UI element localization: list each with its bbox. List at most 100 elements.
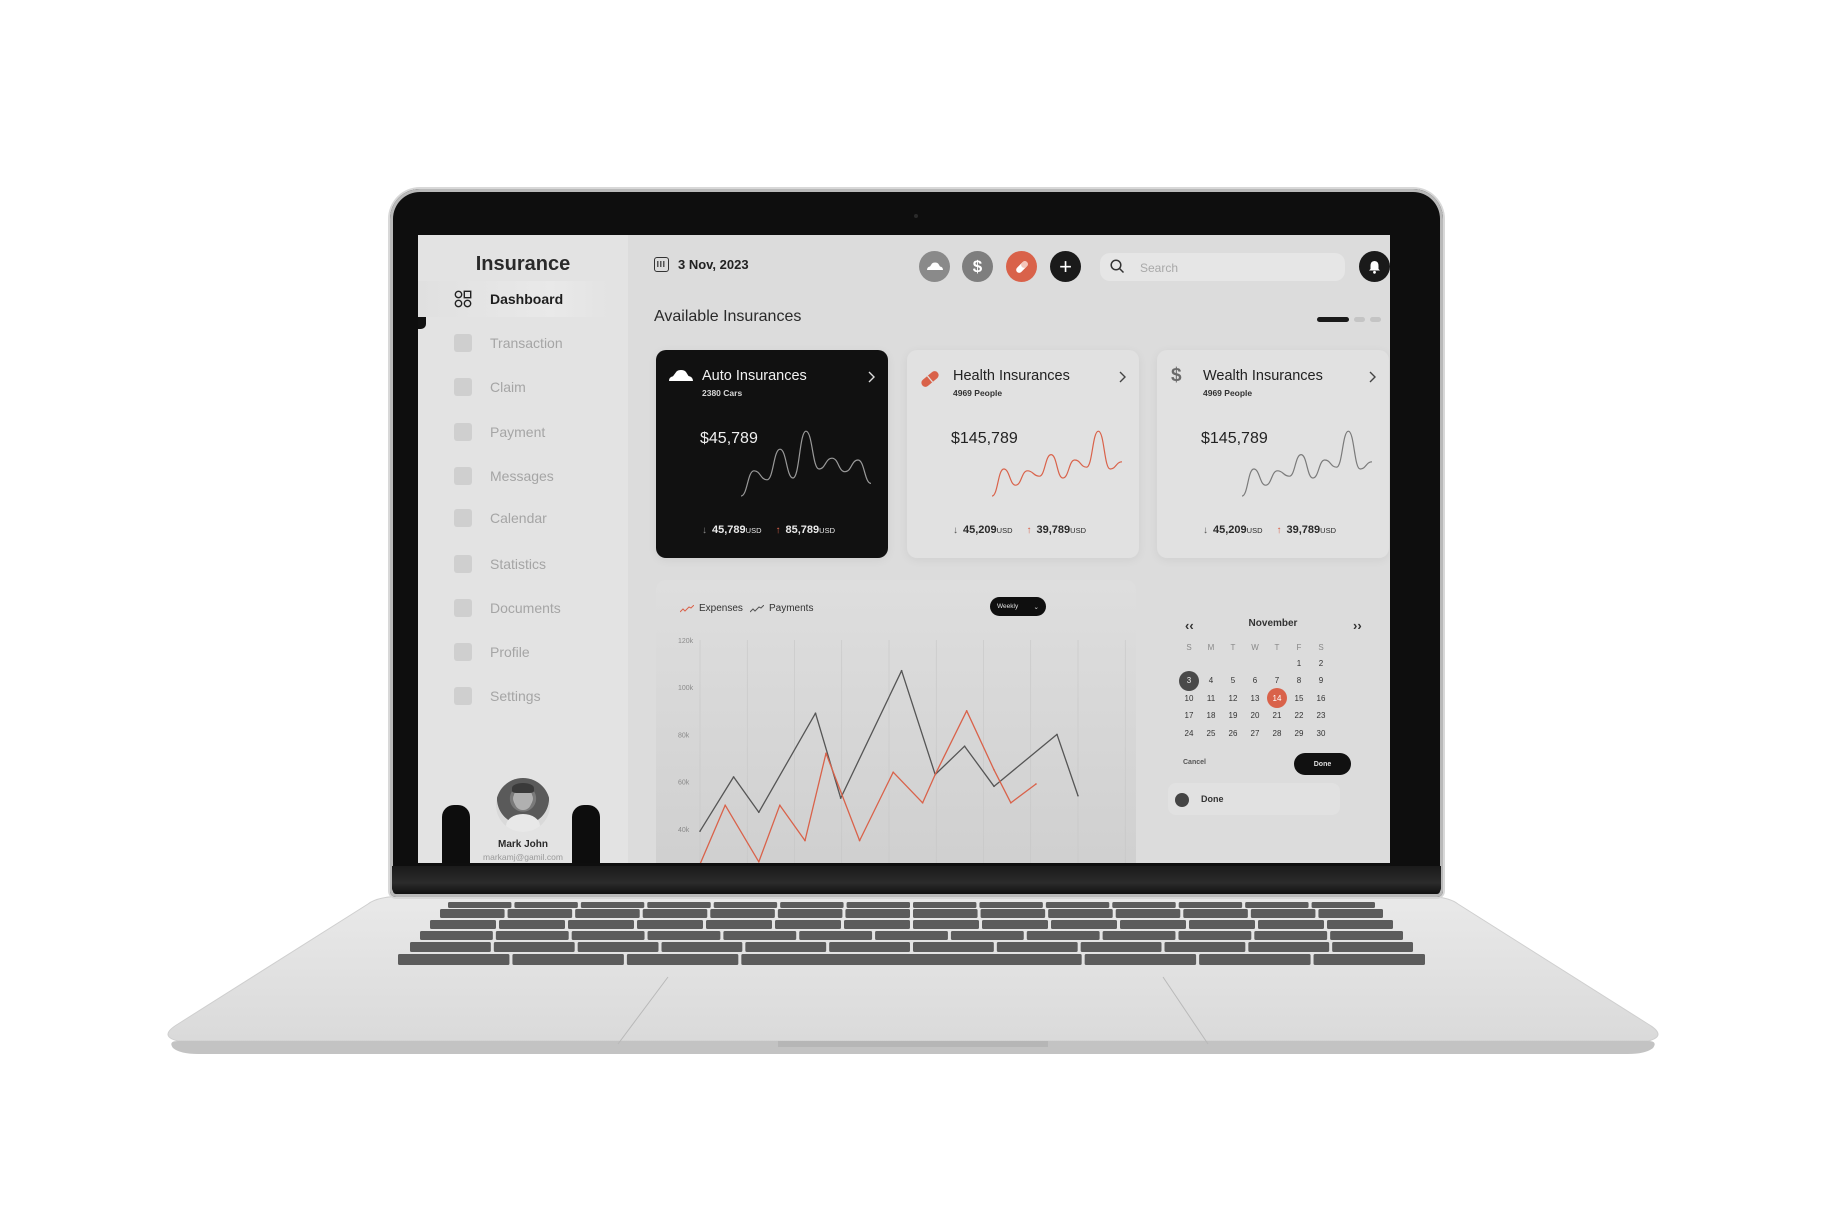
chevron-right-icon[interactable] (868, 370, 876, 388)
data-point-expenses (858, 839, 861, 842)
keyboard-key (980, 909, 1046, 918)
arrow-down-icon: ↓ (953, 525, 958, 536)
sidebar-item-calendar[interactable]: Calendar (418, 500, 608, 536)
y-tick-label: 120k (678, 638, 694, 645)
done-button[interactable]: Done (1294, 753, 1351, 775)
keyboard-key (410, 942, 491, 952)
keyboard-key (745, 942, 827, 952)
arrow-up-icon: ↑ (775, 525, 781, 536)
data-point-payments (732, 776, 735, 778)
y-tick-label: 100k (678, 685, 694, 692)
add-button[interactable]: + (1050, 251, 1081, 282)
sidebar-item-label: Messages (490, 468, 554, 484)
keyboard-key (713, 902, 778, 908)
calendar-day[interactable]: 29 (1289, 723, 1309, 743)
keyboard-key (580, 902, 645, 908)
data-point-expenses (921, 802, 924, 804)
health-quick-button[interactable] (1006, 251, 1037, 282)
insurance-card-wealth[interactable]: $ Wealth Insurances 4969 People $145,789 ↓ 45… (1157, 350, 1389, 558)
sidebar-item-label: Documents (490, 600, 561, 616)
keyboard-key (982, 920, 1048, 929)
chevron-right-icon[interactable] (1369, 370, 1377, 388)
sidebar-item-transaction[interactable]: Transaction (418, 325, 608, 361)
sidebar-item-statistics[interactable]: Statistics (418, 546, 608, 582)
weekday-label: T (1274, 642, 1280, 652)
weekday-label: W (1251, 642, 1259, 652)
calendar-day[interactable]: 30 (1311, 723, 1331, 743)
search-field[interactable] (1100, 253, 1345, 281)
chevron-right-icon[interactable] (1119, 370, 1127, 388)
data-point-expenses (825, 752, 827, 755)
pager-dot[interactable] (1370, 317, 1381, 322)
search-input[interactable] (1138, 258, 1332, 278)
user-email: markamj@gamil.com (483, 852, 563, 862)
pager-dot[interactable] (1354, 317, 1365, 322)
task-item[interactable]: Done (1168, 783, 1340, 815)
sparkline-path (1241, 430, 1373, 497)
sidebar-item-documents[interactable]: Documents (418, 590, 608, 626)
keyboard-key (996, 942, 1078, 952)
keyboard-key (741, 954, 1082, 965)
dollar-quick-button[interactable]: $ (962, 251, 993, 282)
data-point-payments (963, 745, 966, 747)
sidebar-item-dashboard[interactable]: Dashboard (418, 281, 608, 317)
bell-icon (1369, 260, 1380, 274)
keyboard-key (1084, 954, 1197, 965)
data-point-payments (1077, 794, 1079, 797)
keyboard-key (780, 902, 844, 908)
keyboard-key (514, 902, 578, 908)
keyboard-key (1245, 902, 1309, 908)
calendar-day[interactable]: 27 (1245, 723, 1265, 743)
calendar-day[interactable]: 26 (1223, 723, 1243, 743)
pager-dot-active[interactable] (1317, 317, 1349, 322)
weekday-label: S (1186, 642, 1192, 652)
sidebar-item-claim[interactable]: Claim (418, 369, 608, 405)
expenses-payments-chart: Expenses Payments Weekly ⌄ 120k 100k 80k 60… (656, 580, 1136, 863)
keyboard-key (1250, 909, 1316, 918)
data-point-expenses (758, 861, 760, 863)
weekday-label: M (1207, 642, 1215, 652)
car-quick-button[interactable] (919, 251, 950, 282)
data-point-expenses (1010, 802, 1012, 804)
keyboard-key (440, 909, 505, 918)
sidebar-item-settings[interactable]: Settings (418, 678, 608, 714)
profile-icon (454, 643, 472, 661)
insurance-card-health[interactable]: Health Insurances 4969 People $145,789 ↓ 45,… (907, 350, 1139, 558)
plus-icon: + (1059, 253, 1072, 279)
keyboard-key (398, 954, 510, 965)
line-chart: 120k100k80k60k40k20k (678, 638, 1126, 863)
calendar-day[interactable]: 28 (1267, 723, 1287, 743)
keyboard-key (1045, 902, 1110, 908)
keyboard-key (430, 920, 496, 929)
next-month-button[interactable]: ›› (1353, 618, 1362, 633)
notifications-button[interactable] (1359, 251, 1390, 282)
keyboard-key (642, 909, 708, 918)
avatar[interactable] (496, 778, 550, 832)
sidebar-item-label: Dashboard (490, 291, 564, 307)
keyboard-key (706, 920, 772, 929)
calendar-icon[interactable] (654, 257, 669, 272)
sparkline-path (991, 430, 1123, 497)
calendar-day[interactable]: 25 (1201, 723, 1221, 743)
sidebar-item-profile[interactable]: Profile (418, 634, 608, 670)
data-point-payments (839, 797, 842, 799)
stat-up: ↑ 85,789USD (775, 524, 836, 536)
cancel-button[interactable]: Cancel (1183, 759, 1206, 766)
sidebar-item-payment[interactable]: Payment (418, 414, 608, 450)
insurance-card-auto[interactable]: Auto Insurances 2380 Cars $45,789 ↓ 45,789US… (656, 350, 888, 558)
section-title: Available Insurances (654, 308, 802, 325)
grid-icon (454, 290, 472, 308)
arrow-up-icon: ↑ (1026, 525, 1032, 536)
sidebar-item-messages[interactable]: Messages (418, 458, 608, 494)
dollar-icon: $ (972, 256, 983, 276)
card-sparkline (740, 430, 872, 497)
data-point-payments (699, 830, 701, 832)
keyboard-key (1327, 920, 1393, 929)
keyboard-key (950, 931, 1024, 940)
keyboard-key (1313, 954, 1425, 965)
stat-down: ↓ 45,789USD (702, 524, 762, 536)
data-point-expenses (934, 773, 936, 776)
transaction-icon (454, 334, 472, 352)
calendar-day[interactable]: 24 (1179, 723, 1199, 743)
card-subtitle: 2380 Cars (702, 388, 743, 398)
